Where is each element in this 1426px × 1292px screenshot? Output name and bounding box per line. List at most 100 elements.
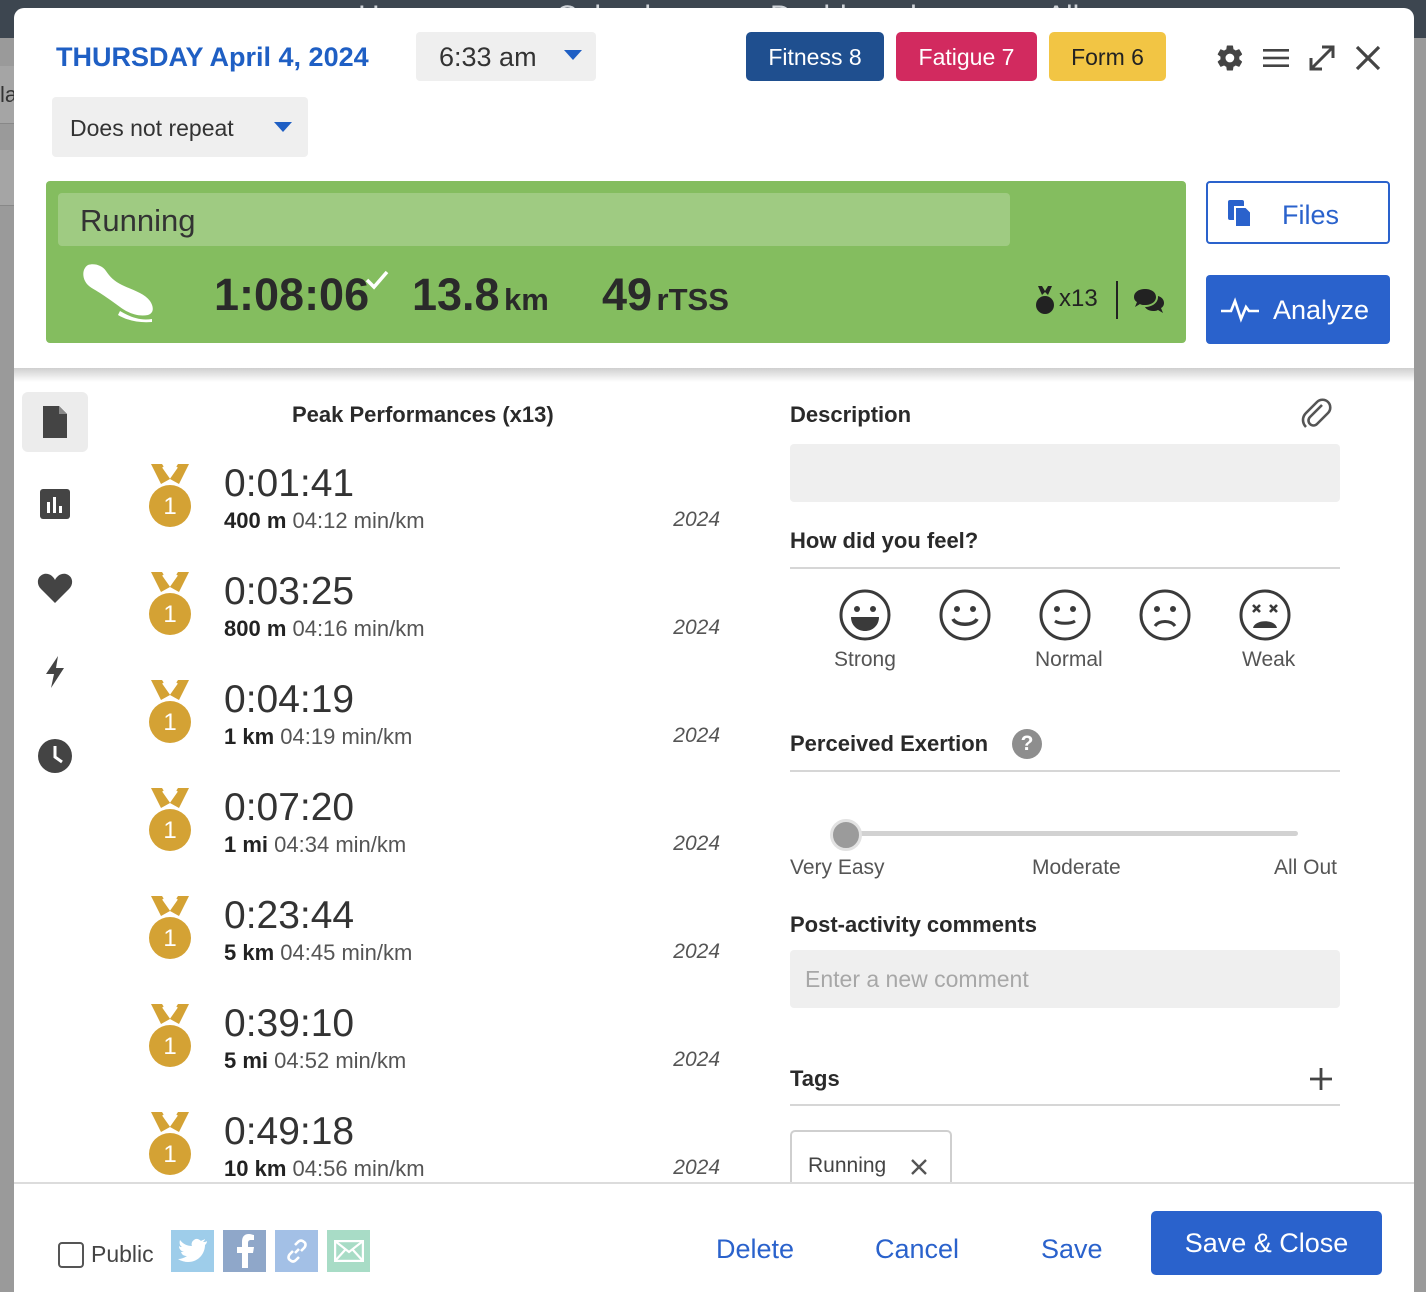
comments-label: Post-activity comments	[790, 912, 1037, 937]
time-select[interactable]: 6:33 am	[416, 32, 596, 81]
peak-pace: 04:52 min/km	[274, 1048, 407, 1073]
peak-pace: 04:34 min/km	[274, 832, 407, 857]
email-share-button[interactable]	[327, 1230, 370, 1272]
peak-performance-row[interactable]: 1 0:01:41 400 m 04:12 min/km 2024	[148, 462, 728, 562]
peak-performance-row[interactable]: 1 0:23:44 5 km 04:45 min/km 2024	[148, 894, 728, 994]
smile-face-icon	[939, 589, 991, 641]
analyze-label: Analyze	[1273, 295, 1370, 325]
expand-icon[interactable]	[1306, 42, 1338, 74]
heart-icon	[37, 573, 73, 603]
peak-year: 2024	[673, 508, 720, 531]
cancel-button[interactable]: Cancel	[875, 1234, 959, 1265]
activity-title[interactable]: Running	[58, 193, 1010, 246]
activity-date[interactable]: THURSDAY April 4, 2024	[56, 42, 369, 73]
medal-icon[interactable]	[1033, 284, 1057, 321]
public-checkbox[interactable]	[58, 1242, 84, 1268]
save-button[interactable]: Save	[1041, 1234, 1103, 1265]
tab-power[interactable]	[22, 642, 88, 702]
peak-detail: 800 m 04:16 min/km	[224, 616, 425, 642]
tags-label: Tags	[790, 1066, 840, 1091]
divider	[790, 770, 1340, 772]
exertion-slider-handle[interactable]	[830, 819, 862, 851]
peak-performance-row[interactable]: 1 0:03:25 800 m 04:16 min/km 2024	[148, 570, 728, 670]
activity-summary-bar[interactable]: Running 1:08:06 13.8 km 49 rTSS x13	[46, 181, 1186, 343]
peak-performance-row[interactable]: 1 0:39:10 5 mi 04:52 min/km 2024	[148, 1002, 728, 1102]
feel-label: How did you feel?	[790, 528, 979, 553]
tab-charts[interactable]	[22, 474, 88, 534]
files-button[interactable]: Files	[1206, 181, 1390, 244]
medal-rank: 1	[163, 709, 176, 736]
feel-strong-button[interactable]	[838, 588, 892, 642]
activity-duration: 1:08:06	[214, 269, 370, 320]
divider	[1116, 281, 1118, 319]
exertion-slider-track[interactable]	[846, 831, 1298, 836]
medal-rank: 1	[163, 493, 176, 520]
activity-load: 49 rTSS	[602, 269, 729, 321]
files-label: Files	[1282, 200, 1340, 230]
medal-icon: 1	[149, 572, 191, 635]
twitter-share-button[interactable]	[171, 1230, 214, 1272]
feel-poor-button[interactable]	[1138, 588, 1192, 642]
feel-normal-label: Normal	[1035, 648, 1103, 671]
facebook-share-button[interactable]	[223, 1230, 266, 1272]
medal-rank: 1	[163, 1033, 176, 1060]
medal-count[interactable]: x13	[1059, 285, 1098, 313]
medal-rank: 1	[163, 601, 176, 628]
peak-distance: 800 m	[224, 616, 287, 641]
feel-weak-button[interactable]	[1238, 588, 1292, 642]
activity-modal: THURSDAY April 4, 2024 6:33 am Does not …	[14, 8, 1414, 1292]
peak-year: 2024	[673, 724, 720, 747]
medal-icon: 1	[149, 1112, 191, 1175]
save-close-button[interactable]: Save & Close	[1151, 1211, 1382, 1275]
divider	[790, 567, 1340, 569]
peak-year: 2024	[673, 1048, 720, 1071]
clock-icon	[38, 739, 72, 773]
fatigue-badge[interactable]: Fatigue 7	[896, 32, 1037, 81]
peak-distance: 5 km	[224, 940, 275, 965]
paperclip-icon[interactable]	[1300, 396, 1332, 435]
exertion-mid-label: Moderate	[1032, 856, 1121, 879]
peak-performance-row[interactable]: 1 0:04:19 1 km 04:19 min/km 2024	[148, 678, 728, 778]
feel-good-button[interactable]	[938, 588, 992, 642]
tab-heart-rate[interactable]	[22, 558, 88, 618]
chat-icon[interactable]	[1132, 287, 1166, 320]
help-icon[interactable]: ?	[1012, 729, 1042, 759]
peak-detail: 1 mi 04:34 min/km	[224, 832, 406, 858]
feel-normal-button[interactable]	[1038, 588, 1092, 642]
exertion-min-label: Very Easy	[790, 856, 885, 879]
pulse-icon	[1221, 297, 1259, 323]
peak-performance-row[interactable]: 1 0:07:20 1 mi 04:34 min/km 2024	[148, 786, 728, 886]
repeat-value: Does not repeat	[70, 115, 234, 141]
tab-history[interactable]	[22, 726, 88, 786]
gear-icon[interactable]	[1214, 42, 1246, 74]
description-field[interactable]	[790, 444, 1340, 502]
tab-summary[interactable]	[22, 392, 88, 452]
plus-icon[interactable]	[1308, 1066, 1334, 1092]
files-icon	[1228, 200, 1252, 228]
comment-input[interactable]	[790, 950, 1340, 1008]
load-value: 49	[602, 269, 653, 320]
feel-weak-label: Weak	[1242, 648, 1296, 671]
medal-icon: 1	[149, 788, 191, 851]
fitness-badge[interactable]: Fitness 8	[746, 32, 884, 81]
link-share-button[interactable]	[275, 1230, 318, 1272]
peak-detail: 5 km 04:45 min/km	[224, 940, 412, 966]
bg-strip	[0, 150, 14, 206]
tag-label: Running	[808, 1154, 887, 1177]
peak-distance: 10 km	[224, 1156, 287, 1181]
close-icon[interactable]	[1352, 42, 1384, 74]
analyze-button[interactable]: Analyze	[1206, 275, 1390, 344]
description-label: Description	[790, 402, 912, 427]
x-icon[interactable]	[910, 1158, 928, 1176]
form-badge[interactable]: Form 6	[1049, 32, 1166, 81]
load-unit: rTSS	[656, 282, 729, 317]
divider	[790, 1104, 1340, 1106]
hamburger-icon[interactable]	[1260, 42, 1292, 74]
delete-button[interactable]: Delete	[716, 1234, 794, 1265]
medal-icon: 1	[149, 896, 191, 959]
peak-detail: 1 km 04:19 min/km	[224, 724, 412, 750]
peak-performances-title: Peak Performances (x13)	[292, 402, 554, 427]
peak-detail: 10 km 04:56 min/km	[224, 1156, 425, 1182]
repeat-select[interactable]: Does not repeat	[52, 97, 308, 157]
peak-pace: 04:19 min/km	[280, 724, 413, 749]
